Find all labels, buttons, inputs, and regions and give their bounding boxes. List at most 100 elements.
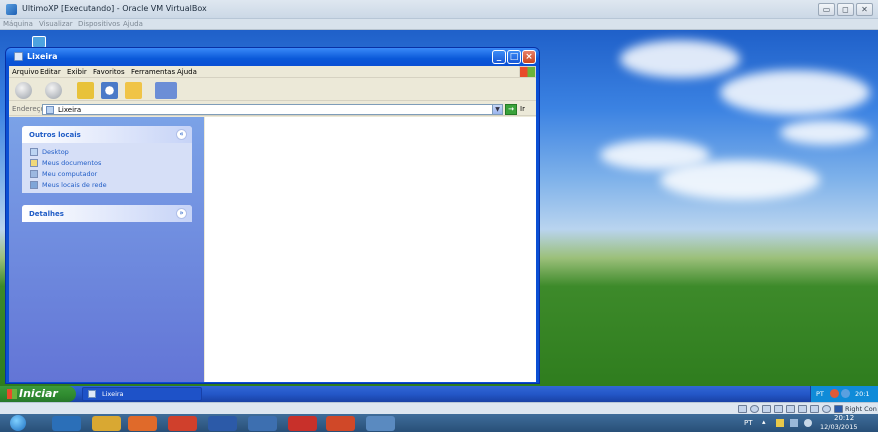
up-folder-icon[interactable] — [77, 82, 94, 99]
xp-system-tray: PT 20:1 — [810, 386, 878, 402]
panel-header[interactable]: Outros locais « — [22, 126, 192, 143]
link-label: Meus locais de rede — [42, 181, 107, 189]
mouse-integration-icon — [822, 405, 831, 413]
my-documents-icon — [30, 159, 38, 167]
explorer-title: Lixeira — [27, 52, 58, 61]
network-status-icon — [798, 405, 807, 413]
optical-drive-icon — [750, 405, 759, 413]
virtualbox-icon — [6, 4, 17, 15]
win7-language-indicator[interactable]: PT — [744, 419, 753, 427]
taskbar-item-lixeira[interactable]: Lixeira — [82, 387, 202, 401]
cloud — [660, 160, 820, 200]
panel-title: Detalhes — [29, 210, 64, 218]
expand-chevron-icon[interactable]: » — [176, 208, 187, 219]
explorer-body: Arquivo Editar Exibir Favoritos Ferramen… — [9, 66, 536, 382]
win7-system-tray: PT ▴ 20:12 12/03/2015 — [740, 414, 878, 432]
menu-dispositivos[interactable]: Dispositivos — [78, 20, 120, 28]
minimize-button[interactable]: ▭ — [818, 3, 835, 16]
shared-folder-icon — [774, 405, 783, 413]
menu-ajuda-xp[interactable]: Ajuda — [177, 68, 197, 76]
address-input[interactable]: Lixeira — [42, 104, 503, 115]
start-button[interactable]: Iniciar — [0, 386, 76, 402]
show-hidden-icons-icon[interactable]: ▴ — [762, 418, 766, 426]
close-button[interactable]: ✕ — [856, 3, 873, 16]
link-label: Meu computador — [42, 170, 98, 178]
explorer-menu-bar: Arquivo Editar Exibir Favoritos Ferramen… — [9, 66, 536, 78]
explorer-maximize-button[interactable]: □ — [507, 50, 521, 64]
search-icon[interactable] — [101, 82, 118, 99]
ie-icon[interactable] — [52, 416, 81, 431]
taskbar-item-label: Lixeira — [102, 390, 124, 398]
paint-icon[interactable] — [366, 416, 395, 431]
virtualbox-taskbar-icon[interactable] — [248, 416, 277, 431]
cloud — [720, 70, 870, 115]
windows-flag-icon — [7, 389, 17, 399]
forward-icon[interactable] — [45, 82, 62, 99]
host-key-icon — [834, 405, 843, 413]
link-label: Meus documentos — [42, 159, 102, 167]
address-value: Lixeira — [58, 106, 82, 114]
go-arrow-icon[interactable]: → — [505, 104, 517, 115]
usb-icon — [762, 405, 771, 413]
word-icon[interactable] — [208, 416, 237, 431]
folders-icon[interactable] — [125, 82, 142, 99]
go-button-label[interactable]: Ir — [520, 105, 525, 113]
menu-ferramentas[interactable]: Ferramentas — [131, 68, 175, 76]
recycle-bin-icon — [46, 106, 54, 114]
menu-arquivo[interactable]: Arquivo — [12, 68, 39, 76]
win7-taskbar: PT ▴ 20:12 12/03/2015 — [0, 414, 878, 432]
menu-editar[interactable]: Editar — [40, 68, 61, 76]
explorer-title-bar[interactable]: Lixeira _ □ × — [6, 48, 539, 66]
task-sidebar: Outros locais « Desktop Meus documentos … — [9, 117, 204, 382]
host-title-bar: UltimoXP [Executando] - Oracle VM Virtua… — [0, 0, 878, 19]
win7-clock-time: 20:12 — [834, 414, 855, 422]
host-status-bar: Right Con — [0, 402, 878, 414]
network-tray-icon[interactable] — [790, 419, 798, 427]
menu-ajuda[interactable]: Ajuda — [123, 20, 143, 28]
host-window-title: UltimoXP [Executando] - Oracle VM Virtua… — [22, 4, 207, 13]
collapse-chevron-icon[interactable]: « — [176, 129, 187, 140]
back-icon[interactable] — [15, 82, 32, 99]
network-icon — [30, 181, 38, 189]
my-computer-icon — [30, 170, 38, 178]
panel-outros-locais: Outros locais « Desktop Meus documentos … — [22, 126, 192, 193]
win7-start-orb-icon[interactable] — [10, 415, 26, 431]
host-menu-bar: Máquina Visualizar Dispositivos Ajuda — [0, 19, 878, 30]
acrobat-icon[interactable] — [288, 416, 317, 431]
action-center-icon[interactable] — [776, 419, 784, 427]
xp-taskbar: Iniciar Lixeira PT 20:1 — [0, 386, 878, 402]
recycle-bin-icon — [14, 52, 23, 61]
views-icon[interactable] — [155, 82, 177, 99]
language-indicator[interactable]: PT — [816, 390, 824, 398]
recording-icon — [810, 405, 819, 413]
recycle-bin-icon — [88, 390, 96, 398]
powerpoint-icon[interactable] — [326, 416, 355, 431]
menu-favoritos[interactable]: Favoritos — [93, 68, 125, 76]
win7-clock-date: 12/03/2015 — [820, 423, 858, 431]
link-label: Desktop — [42, 148, 69, 156]
start-label: Iniciar — [19, 387, 58, 400]
maximize-button[interactable]: ◻ — [837, 3, 854, 16]
host-key-label: Right Con — [845, 405, 877, 413]
xp-clock: 20:1 — [855, 390, 870, 398]
address-dropdown-button[interactable]: ▼ — [492, 104, 503, 115]
desktop-icon — [30, 148, 38, 156]
tray-icon[interactable] — [841, 389, 850, 398]
explorer-close-button[interactable]: × — [522, 50, 536, 64]
menu-exibir[interactable]: Exibir — [67, 68, 87, 76]
menu-visualizar[interactable]: Visualizar — [39, 20, 73, 28]
cloud — [620, 40, 740, 78]
address-bar: Endereço Lixeira ▼ → Ir — [9, 102, 536, 116]
chrome-icon[interactable] — [168, 416, 197, 431]
panel-header[interactable]: Detalhes » — [22, 205, 192, 222]
windows-logo-icon — [519, 66, 536, 78]
menu-maquina[interactable]: Máquina — [3, 20, 33, 28]
folder-content-area[interactable] — [205, 117, 536, 382]
explorer-folder-icon[interactable] — [92, 416, 121, 431]
volume-icon[interactable] — [804, 419, 812, 427]
explorer-minimize-button[interactable]: _ — [492, 50, 506, 64]
tray-icon[interactable] — [830, 389, 839, 398]
media-player-icon[interactable] — [128, 416, 157, 431]
cloud — [780, 120, 870, 145]
display-icon — [786, 405, 795, 413]
